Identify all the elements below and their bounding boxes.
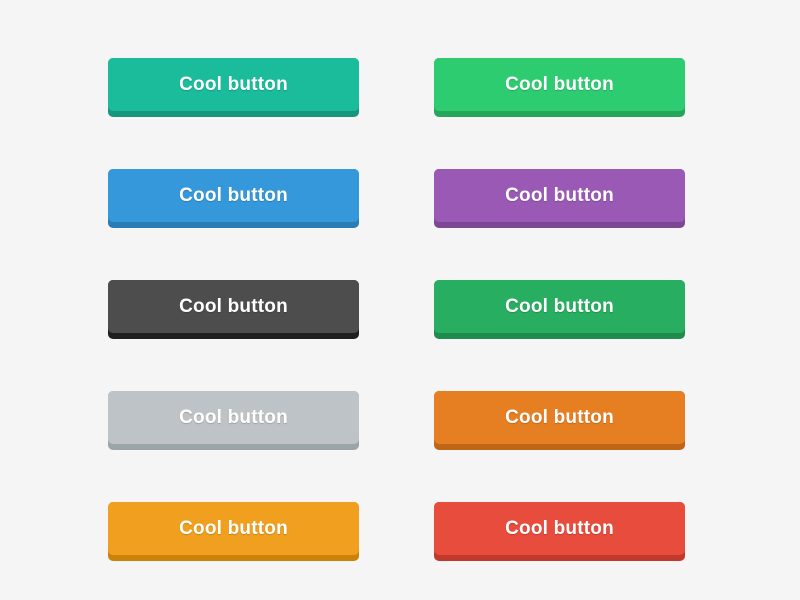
button-face-turquoise [108, 58, 359, 111]
button-face-silver-gray [108, 391, 359, 444]
button-face-amethyst-purple [434, 169, 685, 222]
button-face-emerald [434, 58, 685, 111]
cool-button-dark-gray[interactable]: Cool button [108, 280, 359, 339]
button-face-amber-yellow [108, 502, 359, 555]
button-face-peter-river-blue [108, 169, 359, 222]
cool-button-peter-river-blue[interactable]: Cool button [108, 169, 359, 228]
cool-button-amethyst-purple[interactable]: Cool button [434, 169, 685, 228]
cool-button-silver-gray[interactable]: Cool button [108, 391, 359, 450]
cool-button-amber-yellow[interactable]: Cool button [108, 502, 359, 561]
button-face-nephritis-green [434, 280, 685, 333]
button-face-dark-gray [108, 280, 359, 333]
cool-button-alizarin-red[interactable]: Cool button [434, 502, 685, 561]
cool-button-nephritis-green[interactable]: Cool button [434, 280, 685, 339]
cool-button-turquoise[interactable]: Cool button [108, 58, 359, 117]
button-face-alizarin-red [434, 502, 685, 555]
button-face-carrot-orange [434, 391, 685, 444]
cool-button-emerald[interactable]: Cool button [434, 58, 685, 117]
cool-button-carrot-orange[interactable]: Cool button [434, 391, 685, 450]
button-grid: Cool button Cool button Cool button Cool bu… [108, 58, 686, 561]
